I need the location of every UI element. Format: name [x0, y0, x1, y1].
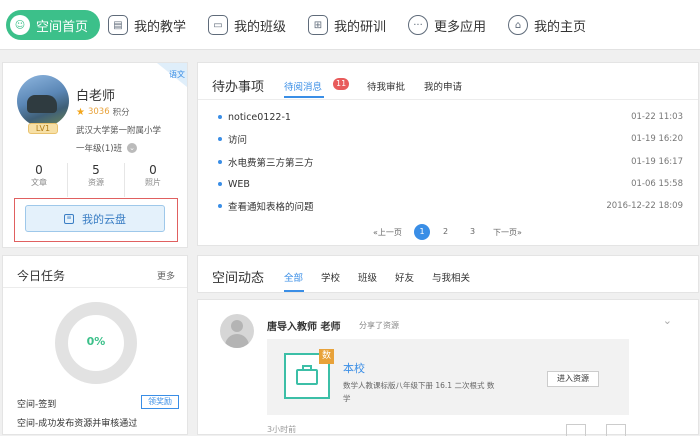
bullet-icon	[218, 204, 222, 208]
resource-card[interactable]: 数 本校 数学人教课标版八年级下册 16.1 二次根式 数学 进入资源	[267, 339, 629, 415]
active-tab-underline	[284, 290, 304, 292]
feed-tab-related[interactable]: 与我相关	[432, 270, 470, 284]
todo-card: 待办事项 待阅消息 11 待我审批 我的申请 notice0122-1 01-22…	[197, 62, 699, 246]
post-action: 分享了资源	[359, 321, 399, 330]
tab-my-requests[interactable]: 我的申请	[424, 79, 462, 93]
avatar[interactable]	[17, 75, 69, 127]
stat-articles[interactable]: 0 文章	[11, 163, 67, 197]
tab-pending-read[interactable]: 待阅消息	[284, 79, 322, 93]
profile-stats: 0 文章 5 资源 0 照片	[11, 163, 181, 197]
post-author[interactable]: 唐导入教师 老师	[267, 318, 340, 333]
top-navigation: ☺ 空间首页 ▤ 我的教学 ▭ 我的班级 ⊞ 我的研训 ··· 更多应用 ⌂ 我的主页	[0, 0, 700, 50]
nav-homepage[interactable]: ⌂ 我的主页	[508, 10, 586, 40]
feed-title: 空间动态	[212, 271, 265, 286]
monitor-icon: ▭	[208, 15, 228, 35]
school-name: 武汉大学第一附属小学	[76, 126, 162, 136]
todo-item[interactable]: 查看通知表格的问题 2016-12-22 18:09	[218, 197, 683, 215]
nav-more-apps[interactable]: ··· 更多应用	[408, 10, 486, 40]
divider	[3, 287, 187, 288]
stat-photos[interactable]: 0 照片	[125, 163, 181, 197]
page-1[interactable]: 1	[414, 224, 430, 240]
prev-page-link[interactable]: «上一页	[373, 227, 402, 238]
task-publish-label: 空间-成功发布资源并审核通过	[17, 419, 138, 429]
smile-icon: ☺	[10, 15, 30, 35]
feed-tab-friends[interactable]: 好友	[395, 270, 414, 284]
points-value: 3036	[87, 107, 110, 117]
tasks-card: 今日任务 更多 0% 空间-签到 领奖励 空间-成功发布资源并审核通过	[2, 255, 188, 435]
my-cloud-button[interactable]: ≡ 我的云盘	[25, 205, 165, 232]
feed-post: 唐导入教师 老师 分享了资源 ⌄ 数 本校 数学人教课标版八年级下册 16.1 …	[197, 299, 699, 436]
resource-title[interactable]: 本校	[343, 360, 365, 376]
post-time: 3小时前	[267, 425, 297, 434]
todo-item[interactable]: WEB 01-06 15:58	[218, 175, 683, 193]
chevron-down-icon[interactable]: ⌄	[663, 314, 672, 327]
nav-class[interactable]: ▭ 我的班级	[208, 10, 286, 40]
next-page-link[interactable]: 下一页»	[493, 227, 522, 238]
page-2[interactable]: 2	[443, 227, 448, 236]
avatar-body-shape	[225, 334, 249, 348]
bullet-icon	[218, 160, 222, 164]
cloud-disk-icon: ≡	[64, 213, 74, 224]
chevron-down-icon: ⌄	[127, 143, 138, 153]
briefcase-icon	[296, 369, 318, 385]
teacher-name[interactable]: 白老师	[76, 85, 115, 104]
active-tab-underline	[284, 96, 324, 98]
class-selector[interactable]: 一年级(1)班 ⌄	[76, 142, 138, 154]
elephant-shape	[27, 95, 57, 113]
unread-count-badge: 11	[333, 78, 350, 90]
todo-item[interactable]: 访问 01-19 16:20	[218, 130, 683, 148]
page-3[interactable]: 3	[470, 227, 475, 236]
feed-tab-school[interactable]: 学校	[321, 270, 340, 284]
avatar-head-shape	[231, 320, 243, 332]
bullet-icon	[218, 182, 222, 186]
more-icon: ···	[408, 15, 428, 35]
author-avatar[interactable]	[220, 314, 254, 348]
briefcase-handle-shape	[302, 365, 312, 370]
todo-item[interactable]: 水电费第三方第三方 01-19 16:17	[218, 153, 683, 171]
progress-percent: 0%	[86, 335, 106, 348]
grid-icon: ⊞	[308, 15, 328, 35]
level-badge: LV1	[28, 123, 58, 134]
stat-resources[interactable]: 5 资源	[67, 163, 125, 197]
bullet-icon	[218, 137, 222, 141]
todo-title: 待办事项	[212, 80, 265, 95]
todo-item[interactable]: notice0122-1 01-22 11:03	[218, 108, 683, 126]
claim-reward-button[interactable]: 领奖励	[141, 395, 179, 409]
profile-card: 语文 LV1 白老师 ★ 3036 积分 武汉大学第一附属小学 一年级(1)班 …	[2, 62, 188, 248]
nav-home[interactable]: ☺ 空间首页	[6, 10, 101, 40]
tasks-title: 今日任务	[17, 269, 66, 283]
subject-tag: 语文	[169, 70, 185, 79]
resource-description: 数学人教课标版八年级下册 16.1 二次根式 数学	[343, 381, 495, 403]
feed-header: 空间动态 全部 学校 班级 好友 与我相关	[197, 255, 699, 293]
bullet-icon	[218, 115, 222, 119]
points-row: ★ 3036 积分	[76, 106, 130, 119]
subject-badge: 数	[319, 349, 334, 364]
task-checkin-label: 空间-签到	[17, 400, 57, 410]
tab-pending-approval[interactable]: 待我审批	[367, 79, 405, 93]
feed-tab-class[interactable]: 班级	[358, 270, 377, 284]
like-icon[interactable]	[566, 424, 586, 436]
comment-icon[interactable]	[606, 424, 626, 436]
nav-teaching[interactable]: ▤ 我的教学	[108, 10, 186, 40]
feed-tab-all[interactable]: 全部	[284, 270, 303, 284]
home-icon: ⌂	[508, 15, 528, 35]
book-icon: ▤	[108, 15, 128, 35]
divider	[198, 99, 698, 100]
nav-training[interactable]: ⊞ 我的研训	[308, 10, 386, 40]
tasks-more-link[interactable]: 更多	[157, 269, 175, 282]
points-label: 积分	[112, 108, 130, 118]
star-icon: ★	[76, 106, 85, 118]
enter-resource-button[interactable]: 进入资源	[547, 371, 599, 387]
